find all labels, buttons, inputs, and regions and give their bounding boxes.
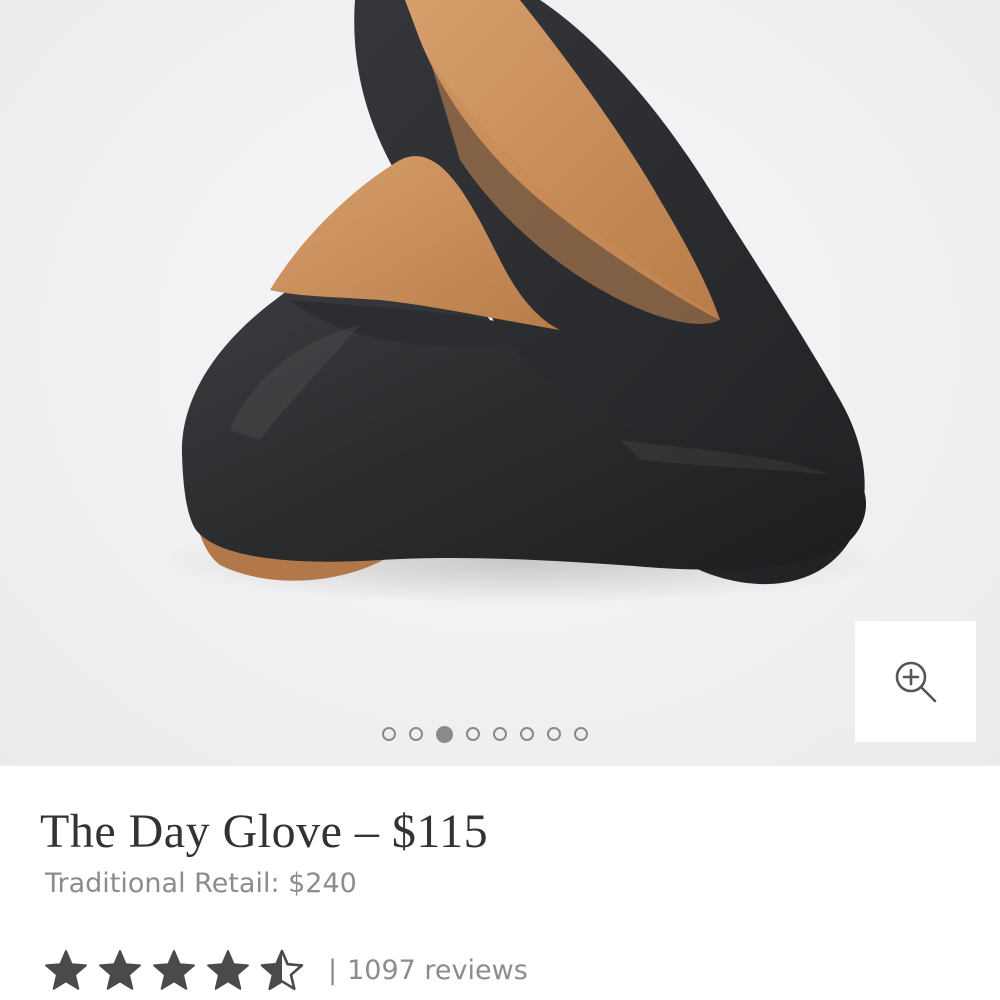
review-separator: |: [328, 954, 338, 986]
gallery-dot-2[interactable]: [409, 727, 423, 741]
product-image[interactable]: [0, 0, 1000, 766]
product-gallery[interactable]: [0, 0, 1000, 766]
rating-row[interactable]: | 1097 reviews: [44, 949, 528, 991]
star-rating[interactable]: [44, 949, 304, 991]
gallery-dot-7[interactable]: [547, 727, 561, 741]
product-title: The Day Glove – $115: [40, 805, 489, 858]
star-half-icon: [260, 949, 304, 991]
zoom-button[interactable]: [855, 621, 976, 742]
star-full-icon: [45, 950, 87, 990]
gallery-pagination: [382, 725, 588, 743]
gallery-dot-6[interactable]: [520, 727, 534, 741]
zoom-in-icon: [895, 661, 936, 702]
product-page: The Day Glove – $115 Traditional Retail:…: [0, 0, 1000, 1000]
gallery-dot-8[interactable]: [574, 727, 588, 741]
star-full-icon: [153, 950, 195, 990]
gallery-dot-3[interactable]: [436, 725, 453, 743]
gallery-dot-4[interactable]: [466, 727, 480, 741]
review-count-link[interactable]: | 1097 reviews: [328, 955, 528, 986]
gallery-dot-1[interactable]: [382, 727, 396, 741]
star-full-icon: [207, 950, 249, 990]
product-info: The Day Glove – $115 Traditional Retail:…: [0, 766, 1000, 1000]
review-count-text: 1097 reviews: [347, 954, 528, 986]
star-full-icon: [99, 950, 141, 990]
gallery-dot-5[interactable]: [493, 727, 507, 741]
traditional-retail-price: Traditional Retail: $240: [45, 868, 357, 899]
